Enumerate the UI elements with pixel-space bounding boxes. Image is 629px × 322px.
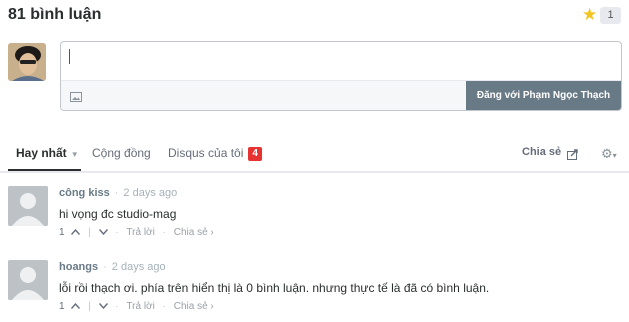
star-count-badge: 1: [600, 7, 621, 24]
composer-toolbar: Đăng với Phạm Ngọc Thạch: [61, 80, 621, 110]
comment-sort-nav: Hay nhất ▼ Cộng đồng Disqus của tôi 4 Chia…: [0, 138, 629, 173]
comment-avatar[interactable]: [8, 186, 48, 226]
tab-best[interactable]: Hay nhất ▼: [16, 146, 79, 160]
comment-meta: hoangs · 2 days ago: [59, 261, 166, 273]
share-icon[interactable]: [567, 147, 579, 165]
comment-avatar[interactable]: [8, 260, 48, 300]
comment-share-link[interactable]: Chia sẻ ›: [174, 301, 214, 312]
downvote-icon[interactable]: [98, 227, 108, 238]
comment-footer: 1 | · Trả lời · Chia sẻ ›: [59, 301, 214, 312]
comment-footer: 1 | · Trả lời · Chia sẻ ›: [59, 227, 214, 238]
comment-author[interactable]: công kiss: [59, 187, 110, 199]
vote-separator: |: [88, 301, 91, 312]
downvote-icon[interactable]: [98, 301, 108, 312]
tab-my-disqus-label: Disqus của tôi: [168, 146, 244, 160]
upvote-icon[interactable]: [71, 227, 81, 238]
tab-best-label: Hay nhất: [16, 146, 67, 160]
footer-separator: ·: [162, 227, 166, 238]
comment-meta: công kiss · 2 days ago: [59, 187, 178, 199]
notification-badge: 4: [248, 147, 262, 161]
avatar-image: [8, 43, 46, 81]
post-comment-button[interactable]: Đăng với Phạm Ngọc Thạch: [466, 81, 621, 110]
image-upload-icon[interactable]: [70, 89, 82, 107]
user-avatar[interactable]: [8, 43, 46, 81]
comment-text: hi vọng đc studio-mag: [59, 207, 177, 221]
comment-timestamp[interactable]: 2 days ago: [123, 187, 177, 199]
comment-text: lỗi rồi thạch ơi. phía trên hiển thị là …: [59, 281, 490, 295]
default-avatar-icon: [8, 186, 48, 226]
chevron-down-icon: ▼: [70, 150, 79, 159]
tab-community[interactable]: Cộng đồng: [92, 146, 151, 160]
vote-separator: |: [88, 227, 91, 238]
comment-item: công kiss · 2 days ago hi vọng đc studio-m…: [0, 184, 629, 248]
tab-my-disqus[interactable]: Disqus của tôi 4: [168, 146, 262, 162]
gear-icon[interactable]: ⚙▾: [601, 146, 617, 162]
comment-share-link[interactable]: Chia sẻ ›: [174, 227, 214, 238]
vote-count: 1: [59, 227, 65, 238]
comment-item: hoangs · 2 days ago lỗi rồi thạch ơi. phía…: [0, 258, 629, 322]
text-caret: [69, 49, 70, 64]
comment-count-title: 81 bình luận: [8, 6, 102, 23]
default-avatar-icon: [8, 260, 48, 300]
reply-link[interactable]: Trả lời: [126, 301, 154, 312]
share-thread-link[interactable]: Chia sẻ: [522, 146, 561, 158]
footer-separator: ·: [115, 301, 119, 312]
footer-separator: ·: [115, 227, 119, 238]
comment-timestamp[interactable]: 2 days ago: [112, 261, 166, 273]
reply-link[interactable]: Trả lời: [126, 227, 154, 238]
active-tab-indicator: [8, 169, 81, 171]
star-icon[interactable]: ★: [582, 6, 597, 24]
comment-composer[interactable]: Đăng với Phạm Ngọc Thạch: [60, 41, 622, 111]
upvote-icon[interactable]: [71, 301, 81, 312]
comment-author[interactable]: hoangs: [59, 261, 98, 273]
comment-textarea[interactable]: [61, 42, 621, 82]
footer-separator: ·: [162, 301, 166, 312]
vote-count: 1: [59, 301, 65, 312]
